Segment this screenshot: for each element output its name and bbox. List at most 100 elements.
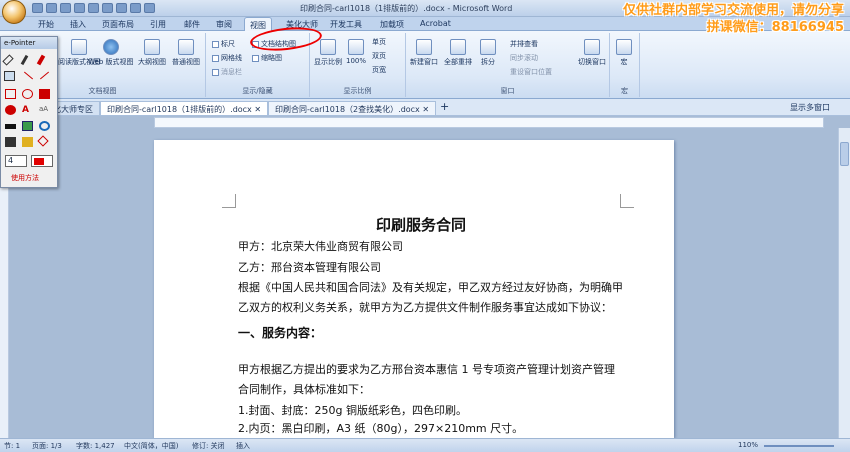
group-macro: 宏 宏	[610, 33, 640, 97]
tab-home[interactable]: 开始	[38, 19, 54, 30]
screen-icon[interactable]	[22, 121, 33, 131]
switch-window-button[interactable]: 切换窗口	[578, 39, 606, 67]
gridlines-checkbox[interactable]: 网格线	[212, 53, 242, 63]
zoom-slider[interactable]	[764, 445, 834, 447]
tab-page-layout[interactable]: 页面布局	[102, 19, 134, 30]
status-language[interactable]: 中文(简体，中国)	[124, 441, 178, 451]
group-label-show-hide: 显示/隐藏	[242, 87, 273, 95]
doc-line: 合同制作，具体标准如下：	[238, 383, 370, 396]
ruler-checkbox[interactable]: 标尺	[212, 39, 235, 49]
outline-icon	[144, 39, 160, 55]
draft-icon	[178, 39, 194, 55]
tab-acrobat[interactable]: Acrobat	[420, 19, 451, 28]
new-window-button[interactable]: 新建窗口	[410, 39, 438, 67]
redo-icon[interactable]	[60, 3, 71, 13]
doc-tab-1[interactable]: 印刷合同-carl1018（1排版前的）.docx ✕	[100, 101, 269, 115]
print-preview-icon[interactable]	[102, 3, 113, 13]
status-page[interactable]: 页面: 1/3	[32, 441, 62, 451]
qat-dropdown-icon[interactable]	[144, 3, 155, 13]
one-page-button[interactable]: 单页	[372, 37, 386, 47]
watermark: 仅供社群内部学习交流使用，请勿分享 拼课微信：88166945	[623, 2, 844, 36]
pen-icon[interactable]	[20, 54, 29, 66]
new-doc-icon[interactable]	[74, 3, 85, 13]
marker-icon[interactable]	[36, 54, 46, 66]
two-pages-button[interactable]: 双页	[372, 51, 386, 61]
split-button[interactable]: 拆分	[480, 39, 496, 67]
close-icon[interactable]: ✕	[422, 105, 429, 114]
color-select[interactable]	[31, 155, 53, 167]
close-icon[interactable]: ✕	[254, 105, 261, 114]
side-by-side-button[interactable]: 并排查看	[510, 39, 538, 49]
page-width-button[interactable]: 页宽	[372, 65, 386, 75]
reset-position-button[interactable]: 重设窗口位置	[510, 67, 552, 77]
tab-mailings[interactable]: 邮件	[184, 19, 200, 30]
message-bar-checkbox[interactable]: 消息栏	[212, 67, 242, 77]
arrow-line-icon[interactable]	[39, 71, 50, 80]
text-tool-icon[interactable]: A	[22, 105, 33, 115]
reading-view-icon	[71, 39, 87, 55]
show-multi-window[interactable]: 显示多窗口	[790, 102, 830, 113]
scroll-thumb[interactable]	[840, 142, 849, 166]
email-icon[interactable]	[130, 3, 141, 13]
zoom-100-button[interactable]: 100%	[346, 39, 366, 65]
open-icon[interactable]	[88, 3, 99, 13]
tab-references[interactable]: 引用	[150, 19, 166, 30]
zoom-button[interactable]: 显示比例	[314, 39, 342, 67]
sync-scroll-button[interactable]: 同步滚动	[510, 53, 538, 63]
macro-button[interactable]: 宏	[616, 39, 632, 67]
office-button[interactable]	[2, 0, 26, 24]
vertical-scrollbar[interactable]	[838, 128, 850, 438]
split-icon	[480, 39, 496, 55]
outline-view-button[interactable]: 大纲视图	[138, 39, 166, 67]
undo-icon[interactable]	[46, 3, 57, 13]
document-page[interactable]: 印刷服务合同 甲方：北京荣大伟业商贸有限公司 乙方：邢台资本管理有限公司 根据《…	[154, 140, 674, 438]
watermark-line-2: 拼课微信：88166945	[706, 20, 844, 35]
group-window: 新建窗口 全部重排 拆分 并排查看 同步滚动 重设窗口位置 切换窗口 窗口	[406, 33, 610, 97]
arrange-all-button[interactable]: 全部重排	[444, 39, 472, 67]
margin-corner-mark	[222, 194, 236, 208]
status-words[interactable]: 字数: 1,427	[76, 441, 115, 451]
spelling-icon[interactable]	[116, 3, 127, 13]
horizontal-ruler[interactable]	[154, 117, 824, 128]
globe-icon	[102, 39, 119, 55]
epointer-palette[interactable]: e-Pointer A aA 4 使用方法	[0, 36, 58, 188]
filled-rect-icon[interactable]	[39, 89, 50, 99]
tab-developer[interactable]: 开发工具	[330, 19, 362, 30]
text-size-icon[interactable]: aA	[39, 105, 50, 115]
line-tool-icon[interactable]	[23, 71, 34, 80]
filled-ellipse-icon[interactable]	[5, 105, 16, 115]
save-icon[interactable]	[5, 137, 16, 147]
rectangle-icon[interactable]	[5, 89, 16, 99]
add-tab-button[interactable]: +	[440, 100, 449, 113]
eraser-icon[interactable]	[2, 54, 14, 66]
draft-view-button[interactable]: 普通视图	[172, 39, 200, 67]
zoom-level[interactable]: 110%	[738, 441, 758, 449]
magnifier-icon	[320, 39, 336, 55]
diamond-icon[interactable]	[37, 135, 49, 147]
tab-view[interactable]: 视图	[244, 17, 272, 32]
status-track[interactable]: 修订: 关闭	[192, 441, 225, 451]
size-select[interactable]: 4	[5, 155, 27, 167]
tab-addins[interactable]: 加载项	[380, 19, 404, 30]
status-section[interactable]: 节: 1	[4, 441, 20, 451]
tab-review[interactable]: 审阅	[216, 19, 232, 30]
epointer-title: e-Pointer	[1, 37, 57, 49]
arrange-icon	[450, 39, 466, 55]
doc-line: 甲方：北京荣大伟业商贸有限公司	[238, 240, 403, 253]
web-view-button[interactable]: Web 版式视图	[88, 39, 134, 67]
thickness-icon[interactable]	[5, 124, 16, 129]
save-icon[interactable]	[32, 3, 43, 13]
status-mode[interactable]: 插入	[236, 441, 250, 451]
doc-tab-2[interactable]: 印刷合同-carl1018（2查找美化）.docx ✕	[268, 101, 437, 115]
thumbnails-checkbox[interactable]: 缩略图	[252, 53, 282, 63]
ellipse-icon[interactable]	[22, 89, 33, 99]
ribbon: 阅读版式视图 Web 版式视图 大纲视图 普通视图 文档视图 标尺 网格线 消息…	[0, 31, 850, 99]
color-swatch	[34, 158, 44, 165]
help-link[interactable]: 使用方法	[11, 173, 39, 183]
doc-line: 根据《中国人民共和国合同法》及有关规定，甲乙双方经过友好协商，为明确甲	[238, 281, 623, 294]
zoom-icon[interactable]	[39, 121, 50, 131]
open-folder-icon[interactable]	[22, 137, 33, 147]
tab-insert[interactable]: 插入	[70, 19, 86, 30]
arrow-tool-icon[interactable]	[4, 71, 15, 81]
macro-icon	[616, 39, 632, 55]
